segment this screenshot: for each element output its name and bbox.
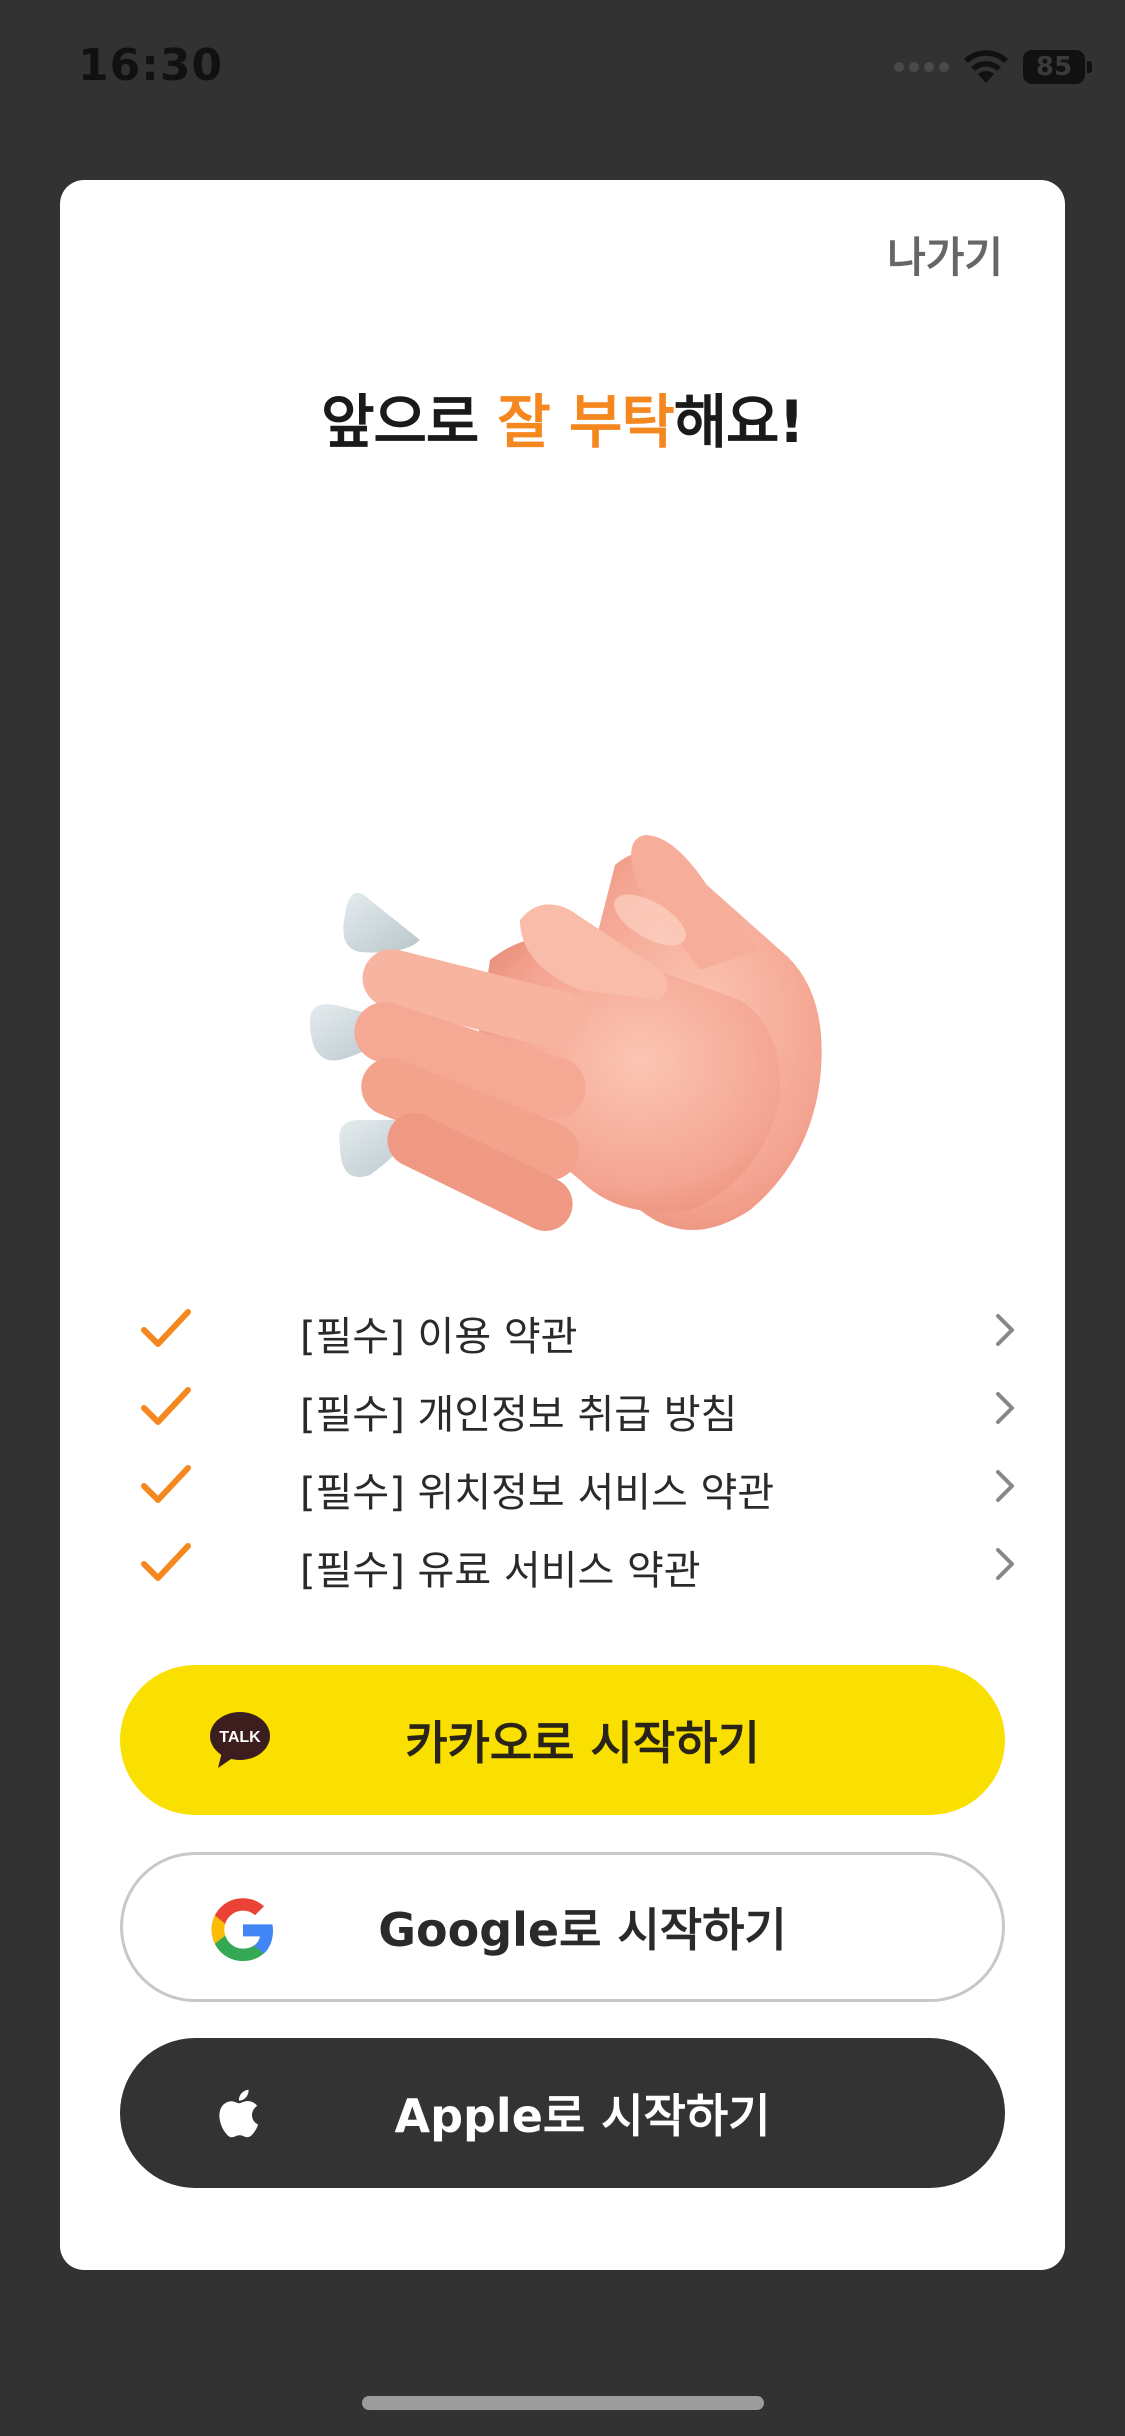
title-accent: 잘 부탁: [497, 388, 674, 456]
status-bar: 16:30 85: [0, 0, 1125, 140]
wifi-icon: [964, 50, 1008, 83]
check-icon[interactable]: [140, 1306, 192, 1352]
modal-title: 앞으로 잘 부탁해요!: [60, 375, 1065, 459]
apple-login-label: Apple로 시작하기: [394, 2089, 771, 2143]
google-g-icon: [211, 1898, 273, 1961]
battery-icon: 85: [1023, 50, 1092, 84]
apple-logo-icon: [219, 2089, 259, 2138]
kakao-icon-text: TALK: [219, 1729, 261, 1746]
term-label: [필수] 유료 서비스 약관: [300, 1548, 701, 1594]
check-icon[interactable]: [140, 1462, 192, 1508]
term-label: [필수] 위치정보 서비스 약관: [300, 1470, 775, 1516]
kakao-talk-icon: TALK: [210, 1712, 270, 1768]
chevron-right-icon[interactable]: [990, 1310, 1020, 1350]
chevron-right-icon[interactable]: [990, 1388, 1020, 1428]
check-icon[interactable]: [140, 1540, 192, 1586]
chevron-right-icon[interactable]: [990, 1466, 1020, 1506]
term-row-location-terms[interactable]: [필수] 위치정보 서비스 약관: [140, 1446, 1020, 1524]
google-login-label: Google로 시작하기: [378, 1903, 787, 1957]
google-login-button[interactable]: Google로 시작하기: [120, 1852, 1005, 2002]
term-row-paid-service-terms[interactable]: [필수] 유료 서비스 약관: [140, 1524, 1020, 1602]
cellular-signal-icon: [894, 62, 949, 72]
status-time: 16:30: [78, 40, 224, 91]
status-indicators: 85: [894, 45, 1092, 89]
kakao-login-button[interactable]: TALK 카카오로 시작하기: [120, 1665, 1005, 1815]
clapping-hands-illustration: [309, 835, 822, 1232]
kakao-login-label: 카카오로 시작하기: [405, 1716, 760, 1770]
check-icon[interactable]: [140, 1384, 192, 1430]
home-indicator[interactable]: [362, 2396, 764, 2410]
term-row-privacy-policy[interactable]: [필수] 개인정보 취급 방침: [140, 1368, 1020, 1446]
term-label: [필수] 개인정보 취급 방침: [300, 1392, 738, 1438]
exit-button[interactable]: 나가기: [887, 224, 1003, 285]
title-prefix: 앞으로: [321, 388, 498, 456]
battery-level: 85: [1035, 52, 1073, 82]
welcome-modal: 나가기 앞으로 잘 부탁해요! [필수] 이용 약관 [필수] 개인정보 취급 …: [60, 180, 1065, 2270]
term-label: [필수] 이용 약관: [300, 1314, 578, 1360]
term-row-terms-of-use[interactable]: [필수] 이용 약관: [140, 1290, 1020, 1368]
terms-list: [필수] 이용 약관 [필수] 개인정보 취급 방침 [필수] 위치정보 서비스…: [140, 1290, 1020, 1602]
apple-login-button[interactable]: Apple로 시작하기: [120, 2038, 1005, 2188]
title-suffix: 해요!: [673, 388, 805, 456]
chevron-right-icon[interactable]: [990, 1544, 1020, 1584]
